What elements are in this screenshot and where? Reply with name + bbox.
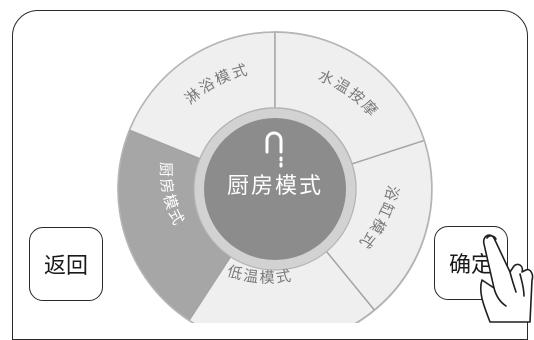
center-mode-label: 厨房模式 xyxy=(227,174,323,199)
confirm-button[interactable]: 确定 xyxy=(434,226,508,300)
back-button[interactable]: 返回 xyxy=(29,227,103,301)
